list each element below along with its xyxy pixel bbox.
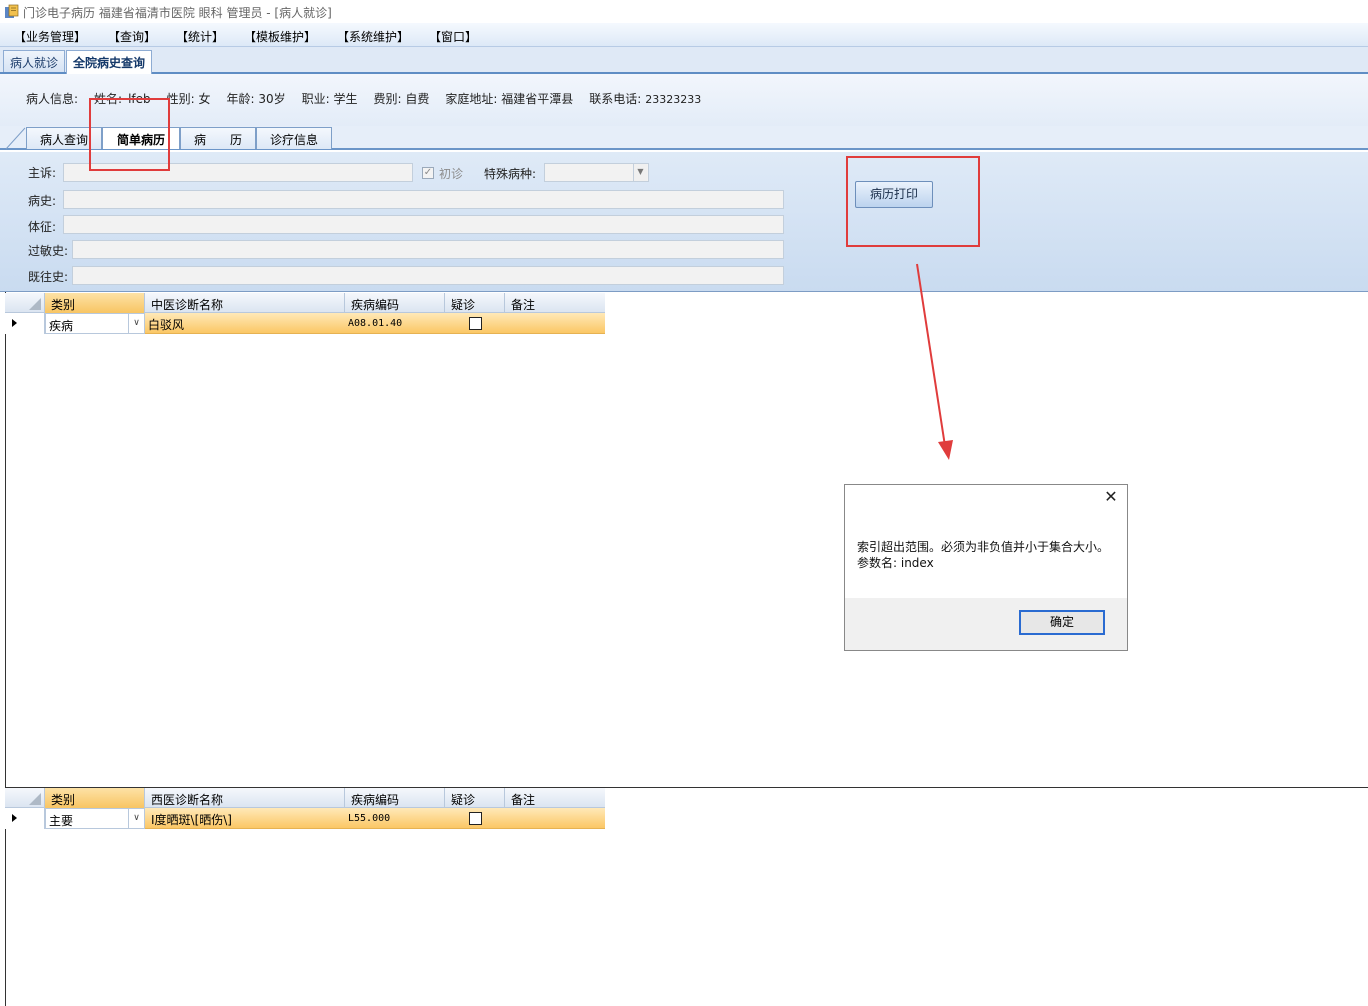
col-note[interactable]: 备注 — [505, 293, 605, 313]
note-cell[interactable] — [505, 808, 508, 829]
grid-left-border — [5, 292, 6, 1006]
history-input[interactable] — [63, 190, 784, 209]
patient-age: 年龄: 30岁 — [226, 92, 286, 106]
chevron-down-icon[interactable]: ∨ — [128, 314, 144, 333]
past-history-input[interactable] — [72, 266, 784, 285]
error-dialog: ✕ 索引超出范围。必须为非负值并小于集合大小。 参数名: index 确定 — [844, 484, 1128, 651]
code-cell[interactable]: L55.000 — [345, 808, 390, 829]
tab-patient-visit[interactable]: 病人就诊 — [3, 50, 66, 72]
first-visit-checkbox[interactable]: ✓ — [422, 167, 434, 179]
allergy-label: 过敏史: — [28, 244, 69, 258]
tab-hospital-history[interactable]: 全院病史查询 — [66, 50, 153, 74]
col-code[interactable]: 疾病编码 — [345, 788, 445, 808]
category-value: 主要 — [49, 814, 74, 828]
select-all-corner[interactable] — [5, 788, 45, 808]
annotation-box-print — [846, 156, 980, 247]
record-tabbar: 病人查询 简单病历 病 历 诊疗信息 — [0, 126, 1368, 150]
close-icon[interactable]: ✕ — [1103, 489, 1119, 505]
app-icon — [5, 4, 19, 18]
col-suspected[interactable]: 疑诊 — [445, 788, 505, 808]
special-disease-select[interactable]: ▼ — [544, 163, 649, 182]
first-visit-label: 初诊 — [439, 167, 464, 181]
menu-business[interactable]: 【业务管理】 — [14, 28, 86, 45]
title-bar: 门诊电子病历 福建省福清市医院 眼科 管理员 - [病人就诊] — [0, 0, 1368, 23]
note-cell[interactable] — [505, 313, 508, 334]
menu-template[interactable]: 【模板维护】 — [244, 28, 316, 45]
category-value: 疾病 — [49, 319, 74, 333]
col-note[interactable]: 备注 — [505, 788, 605, 808]
menu-statistics[interactable]: 【统计】 — [176, 28, 224, 45]
table-row[interactable]: 疾病 ∨ 白驳风 A08.01.40 — [5, 313, 605, 334]
col-code[interactable]: 疾病编码 — [345, 293, 445, 313]
code-cell[interactable]: A08.01.40 — [345, 313, 402, 334]
col-category[interactable]: 类别 — [45, 293, 145, 313]
annotation-arrow-icon — [916, 263, 953, 460]
ok-button[interactable]: 确定 — [1019, 610, 1105, 635]
patient-address: 家庭地址: 福建省平潭县 — [445, 92, 574, 106]
chief-complaint-label: 主诉: — [28, 166, 57, 180]
category-combo[interactable]: 疾病 ∨ — [45, 313, 145, 334]
select-all-corner[interactable] — [5, 293, 45, 313]
western-grid-header: 类别 西医诊断名称 疾病编码 疑诊 备注 — [5, 788, 605, 808]
western-diagnosis-grid: 类别 西医诊断名称 疾病编码 疑诊 备注 主要 ∨ Ⅰ度晒斑\[晒伤\] L55… — [5, 788, 605, 829]
window-title: 门诊电子病历 福建省福清市医院 眼科 管理员 - [病人就诊] — [23, 6, 332, 20]
col-tcm-name[interactable]: 中医诊断名称 — [145, 293, 345, 313]
patient-sex: 性别: 女 — [166, 92, 211, 106]
western-name-cell[interactable]: Ⅰ度晒斑\[晒伤\] — [148, 808, 232, 829]
tcm-name-cell[interactable]: 白驳风 — [145, 313, 184, 334]
error-message-line1: 索引超出范围。必须为非负值并小于集合大小。 — [857, 540, 1110, 554]
chevron-down-icon[interactable]: ∨ — [128, 809, 144, 828]
menu-bar: 【业务管理】 【查询】 【统计】 【模板维护】 【系统维护】 【窗口】 — [0, 23, 1368, 47]
row-indicator-icon — [5, 313, 45, 334]
col-western-name[interactable]: 西医诊断名称 — [145, 788, 345, 808]
category-combo[interactable]: 主要 ∨ — [45, 808, 145, 829]
patient-phone-label: 联系电话: — [589, 92, 642, 106]
menu-query[interactable]: 【查询】 — [108, 28, 156, 45]
table-row[interactable]: 主要 ∨ Ⅰ度晒斑\[晒伤\] L55.000 — [5, 808, 605, 829]
suspected-checkbox[interactable] — [469, 812, 482, 825]
col-category[interactable]: 类别 — [45, 788, 145, 808]
patient-occupation: 职业: 学生 — [301, 92, 358, 106]
tab-medical-record[interactable]: 病 历 — [180, 127, 256, 149]
tcm-grid-header: 类别 中医诊断名称 疾病编码 疑诊 备注 — [5, 293, 605, 313]
allergy-input[interactable] — [72, 240, 784, 259]
error-message-line2: 参数名: index — [857, 556, 934, 570]
patient-info-bar: 病人信息: 姓名: lfeb 性别: 女年龄: 30岁 职业: 学生 费别: 自费 家庭地址… — [0, 74, 1368, 126]
suspected-checkbox[interactable] — [469, 317, 482, 330]
signs-label: 体征: — [28, 220, 57, 234]
patient-fee-type: 费别: 自费 — [373, 92, 430, 106]
special-disease-label: 特殊病种: — [484, 167, 537, 181]
chevron-down-icon[interactable]: ▼ — [633, 164, 647, 181]
dialog-footer: 确定 — [845, 598, 1127, 650]
col-suspected[interactable]: 疑诊 — [445, 293, 505, 313]
menu-system[interactable]: 【系统维护】 — [337, 28, 409, 45]
error-message: 索引超出范围。必须为非负值并小于集合大小。 参数名: index — [857, 539, 1109, 571]
tab-treatment-info[interactable]: 诊疗信息 — [256, 127, 332, 149]
history-label: 病史: — [28, 194, 57, 208]
tcm-diagnosis-grid: 类别 中医诊断名称 疾病编码 疑诊 备注 疾病 ∨ 白驳风 A08.01.40 — [5, 293, 605, 334]
tab-slant-decoration — [5, 127, 26, 150]
patient-phone: 23323233 — [645, 93, 702, 106]
patient-info-prefix: 病人信息: — [26, 92, 79, 106]
document-tabbar: 病人就诊 全院病史查询 — [0, 47, 1368, 74]
signs-input[interactable] — [63, 215, 784, 234]
row-indicator-icon — [5, 808, 45, 829]
menu-window[interactable]: 【窗口】 — [429, 28, 477, 45]
annotation-box-tab — [89, 98, 170, 171]
past-history-label: 既往史: — [28, 270, 69, 284]
